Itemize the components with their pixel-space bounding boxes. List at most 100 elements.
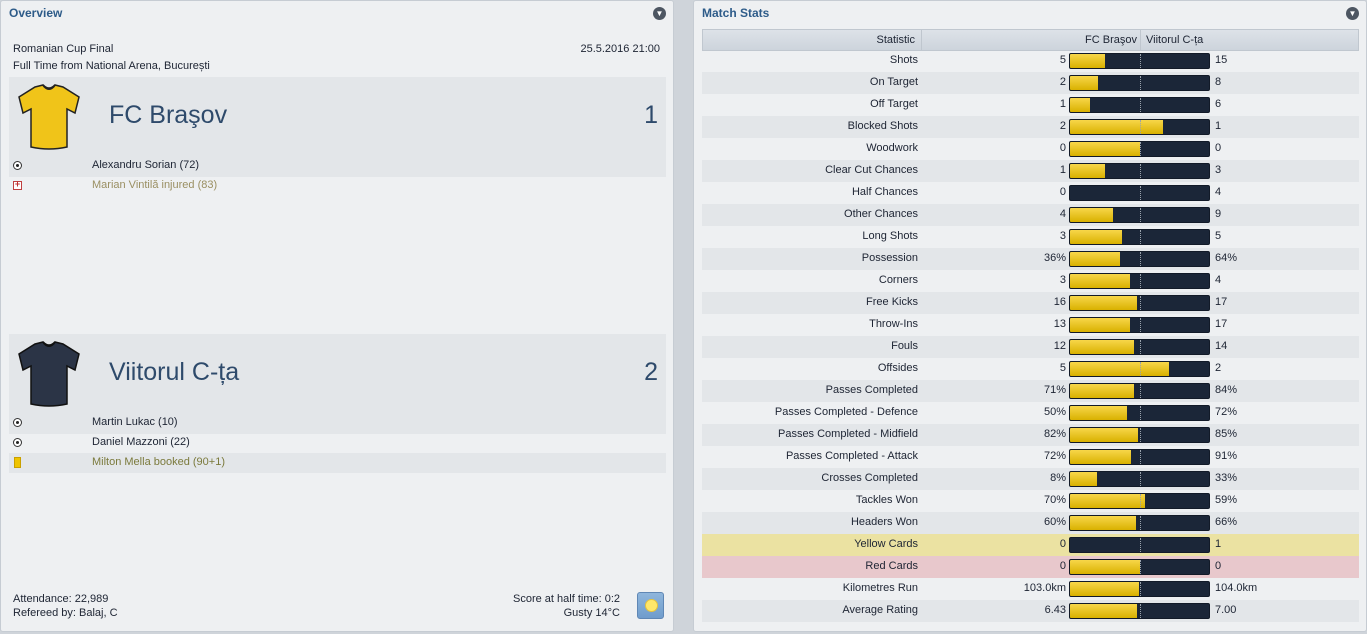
stat-label: Other Chances xyxy=(844,208,918,220)
stat-comparison-bar xyxy=(1069,339,1210,355)
stat-bar-home-fill xyxy=(1070,362,1169,376)
away-event-goal: Martin Lukac (10) xyxy=(9,413,666,433)
stat-away-value: 66% xyxy=(1215,516,1238,528)
stat-bar-midline xyxy=(1140,538,1141,552)
stat-bar-midline xyxy=(1140,252,1141,266)
stat-bar-home-fill xyxy=(1070,318,1130,332)
referee[interactable]: Refereed by: Balaj, C xyxy=(13,607,118,619)
stat-home-value: 12 xyxy=(1053,340,1066,352)
stat-bar-midline xyxy=(1140,384,1141,398)
stat-away-value: 9 xyxy=(1215,208,1222,220)
stats-row: Long Shots 3 5 xyxy=(702,226,1359,248)
event-text[interactable]: Daniel Mazzoni (22) xyxy=(92,436,190,448)
football-icon xyxy=(13,438,22,447)
stat-bar-midline xyxy=(1140,318,1141,332)
yellow-card-icon xyxy=(14,457,21,468)
stats-row: Woodwork 0 0 xyxy=(702,138,1359,160)
stat-home-value: 1 xyxy=(1059,98,1066,110)
stat-label: Headers Won xyxy=(850,516,918,528)
stat-bar-home-fill xyxy=(1070,494,1145,508)
stat-label: Average Rating xyxy=(842,604,918,616)
away-event-booking: Milton Mella booked (90+1) xyxy=(9,453,666,473)
away-event-goal: Daniel Mazzoni (22) xyxy=(9,433,666,453)
match-stats-menu-button[interactable]: ▼ xyxy=(1346,7,1359,20)
stat-comparison-bar xyxy=(1069,449,1210,465)
stat-label: Shots xyxy=(889,54,918,66)
stat-comparison-bar xyxy=(1069,141,1210,157)
stat-label: Free Kicks xyxy=(866,296,918,308)
stat-bar-home-fill xyxy=(1070,98,1090,112)
stat-bar-midline xyxy=(1140,582,1141,596)
stat-away-value: 3 xyxy=(1215,164,1222,176)
football-icon xyxy=(13,418,22,427)
stat-bar-midline xyxy=(1140,208,1141,222)
stat-label: Woodwork xyxy=(866,142,918,154)
stat-home-value: 36% xyxy=(1043,252,1066,264)
stat-home-value: 103.0km xyxy=(1023,582,1066,594)
stat-bar-home-fill xyxy=(1070,296,1137,310)
stat-bar-home-fill xyxy=(1070,208,1113,222)
event-text[interactable]: Alexandru Sorian (72) xyxy=(92,159,199,171)
stat-bar-midline xyxy=(1140,340,1141,354)
stat-bar-home-fill xyxy=(1070,582,1139,596)
header-home-team[interactable]: FC Braşov xyxy=(1085,34,1137,46)
stat-comparison-bar xyxy=(1069,119,1210,135)
stat-bar-home-fill xyxy=(1070,76,1098,90)
stats-row: Headers Won 60% 66% xyxy=(702,512,1359,534)
stat-label: Passes Completed - Midfield xyxy=(777,428,918,440)
stats-row: Fouls 12 14 xyxy=(702,336,1359,358)
stat-away-value: 1 xyxy=(1215,120,1222,132)
overview-menu-button[interactable]: ▼ xyxy=(653,7,666,20)
stat-home-value: 0 xyxy=(1059,186,1066,198)
stat-bar-midline xyxy=(1140,98,1141,112)
chevron-down-icon: ▼ xyxy=(1348,9,1357,18)
header-away-team[interactable]: Viitorul C-ța xyxy=(1146,34,1203,46)
stat-bar-home-fill xyxy=(1070,230,1122,244)
stat-home-value: 5 xyxy=(1059,362,1066,374)
stat-comparison-bar xyxy=(1069,53,1210,69)
event-text[interactable]: Martin Lukac (10) xyxy=(92,416,178,428)
stats-row: On Target 2 8 xyxy=(702,72,1359,94)
stats-row: Corners 3 4 xyxy=(702,270,1359,292)
match-stats-panel: Match Stats ▼ Statistic FC Braşov Viitor… xyxy=(693,0,1367,632)
match-stats-title: Match Stats xyxy=(702,6,770,20)
home-event-injury: Marian Vintilă injured (83) xyxy=(9,176,666,196)
stat-label: Red Cards xyxy=(865,560,918,572)
stat-comparison-bar xyxy=(1069,427,1210,443)
stat-away-value: 64% xyxy=(1215,252,1238,264)
stat-away-value: 7.00 xyxy=(1215,604,1237,616)
stat-away-value: 91% xyxy=(1215,450,1238,462)
stat-label: Passes Completed xyxy=(825,384,918,396)
header-divider xyxy=(1140,30,1141,50)
event-text[interactable]: Milton Mella booked (90+1) xyxy=(92,456,225,468)
home-team-name[interactable]: FC Braşov xyxy=(109,101,227,130)
stats-row: Yellow Cards 0 1 xyxy=(702,534,1359,556)
stat-comparison-bar xyxy=(1069,317,1210,333)
event-text[interactable]: Marian Vintilă injured (83) xyxy=(92,179,217,191)
stat-label: Throw-Ins xyxy=(869,318,918,330)
stats-row: Tackles Won 70% 59% xyxy=(702,490,1359,512)
stat-comparison-bar xyxy=(1069,383,1210,399)
header-divider xyxy=(921,30,922,50)
stat-comparison-bar xyxy=(1069,515,1210,531)
away-team-score: 2 xyxy=(644,358,658,386)
stat-bar-midline xyxy=(1140,186,1141,200)
home-shirt-icon xyxy=(18,84,80,150)
stats-row: Other Chances 4 9 xyxy=(702,204,1359,226)
stat-bar-midline xyxy=(1140,604,1141,618)
stat-bar-home-fill xyxy=(1070,516,1136,530)
header-statistic[interactable]: Statistic xyxy=(876,34,915,46)
stat-comparison-bar xyxy=(1069,471,1210,487)
stat-home-value: 5 xyxy=(1059,54,1066,66)
stat-away-value: 85% xyxy=(1215,428,1238,440)
injury-icon xyxy=(13,179,22,190)
away-team-name[interactable]: Viitorul C-ța xyxy=(109,358,239,387)
stat-comparison-bar xyxy=(1069,603,1210,619)
stat-home-value: 4 xyxy=(1059,208,1066,220)
stat-comparison-bar xyxy=(1069,295,1210,311)
stat-label: Fouls xyxy=(891,340,918,352)
stat-away-value: 59% xyxy=(1215,494,1238,506)
stat-away-value: 84% xyxy=(1215,384,1238,396)
stat-away-value: 0 xyxy=(1215,560,1222,572)
stat-label: Half Chances xyxy=(851,186,918,198)
